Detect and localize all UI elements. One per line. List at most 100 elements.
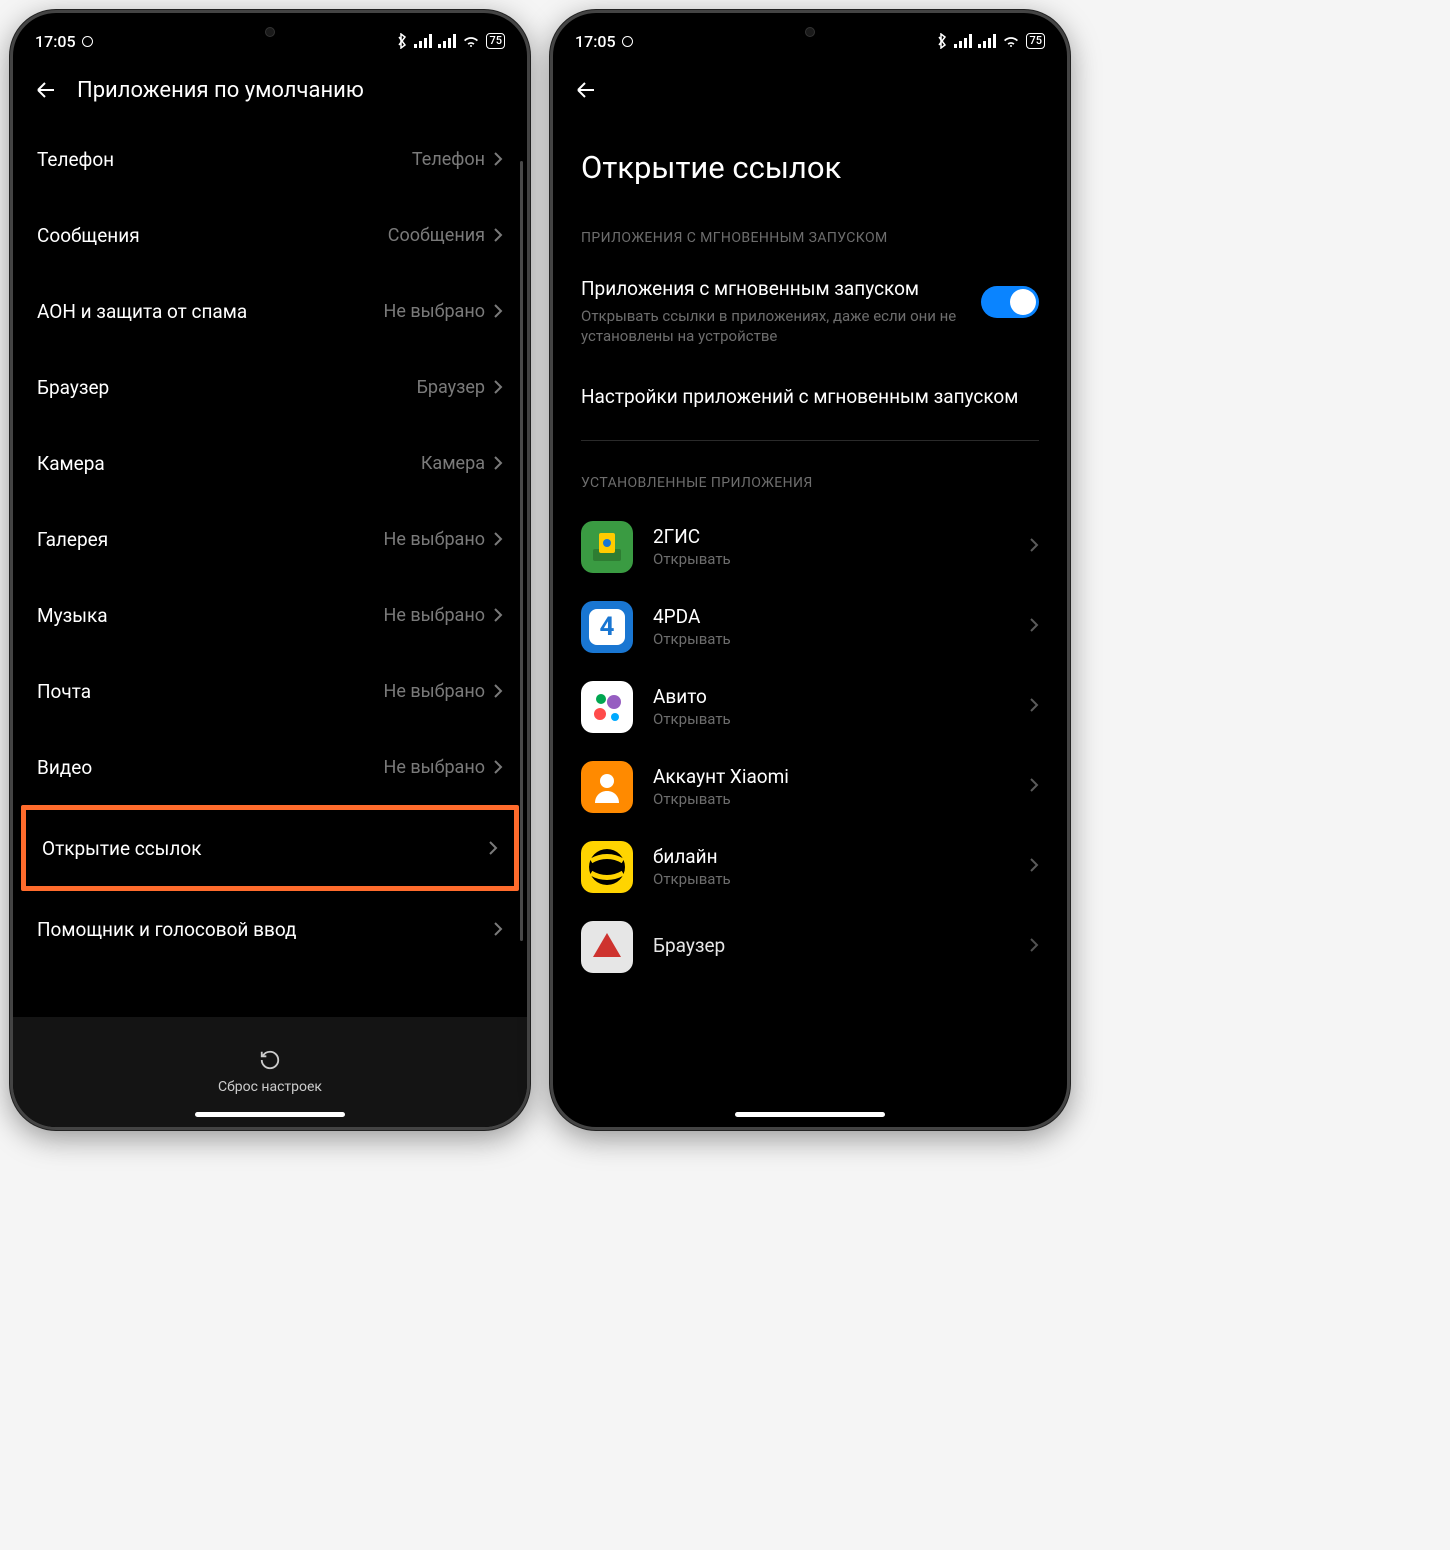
row-label: Помощник и голосовой ввод [37,918,493,941]
home-indicator[interactable] [195,1112,345,1117]
default-music[interactable]: Музыка Не выбрано [13,577,527,653]
toggle-title: Приложения с мгновенным запуском [581,276,965,302]
default-assistant[interactable]: Помощник и голосовой ввод [13,891,527,967]
instant-apps-settings-link[interactable]: Настройки приложений с мгновенным запуск… [553,364,1067,434]
row-value: Не выбрано [384,529,485,550]
phone-left: 17:05 75 Приложения по умолчанию Телефон… [10,10,530,1130]
chevron-right-icon [488,840,498,856]
app-icon [581,681,633,733]
row-label: Музыка [37,604,384,627]
app-name: Аккаунт Xiaomi [653,765,1009,788]
chevron-right-icon [493,759,503,775]
page-title: Приложения по умолчанию [77,78,364,103]
link-text: Настройки приложений с мгновенным запуск… [581,384,1039,410]
side-button [1069,193,1070,283]
row-value: Камера [421,453,485,474]
chevron-right-icon [493,303,503,319]
wifi-icon [462,34,480,48]
signal-icon [978,34,996,48]
settings-list: Телефон Телефон Сообщения Сообщения АОН … [13,121,527,1017]
status-bar: 17:05 75 [13,19,527,63]
content: ПРИЛОЖЕНИЯ С МГНОВЕННЫМ ЗАПУСКОМ Приложе… [553,220,1067,1127]
chevron-right-icon [1029,937,1039,957]
chevron-right-icon [493,455,503,471]
battery-icon: 75 [1026,33,1045,49]
toggle-switch[interactable] [981,286,1039,318]
default-mail[interactable]: Почта Не выбрано [13,653,527,729]
app-row-2gis[interactable]: 2ГИС Открывать [553,507,1067,587]
chevron-right-icon [493,531,503,547]
row-value: Сообщения [388,225,485,246]
default-messages[interactable]: Сообщения Сообщения [13,197,527,273]
side-button [529,393,530,463]
app-status: Открывать [653,630,1009,648]
home-indicator[interactable] [735,1112,885,1117]
highlighted-row: Открытие ссылок [21,805,519,891]
chevron-right-icon [493,227,503,243]
default-callerid[interactable]: АОН и защита от спама Не выбрано [13,273,527,349]
app-row-avito[interactable]: Авито Открывать [553,667,1067,747]
instant-apps-toggle-row[interactable]: Приложения с мгновенным запуском Открыва… [553,262,1067,364]
arrow-left-icon [34,78,58,102]
section-instant-apps: ПРИЛОЖЕНИЯ С МГНОВЕННЫМ ЗАПУСКОМ [553,220,1067,262]
back-button[interactable] [573,77,599,103]
reset-button[interactable]: Сброс настроек [13,1017,527,1127]
back-button[interactable] [33,77,59,103]
default-gallery[interactable]: Галерея Не выбрано [13,501,527,577]
app-status: Открывать [653,870,1009,888]
section-installed-apps: УСТАНОВЛЕННЫЕ ПРИЛОЖЕНИЯ [553,465,1067,507]
chevron-right-icon [1029,697,1039,717]
app-row-browser[interactable]: Браузер [553,907,1067,987]
battery-icon: 75 [486,33,505,49]
chevron-right-icon [493,379,503,395]
header [553,63,1067,121]
signal-icon [954,34,972,48]
app-name: Авито [653,685,1009,708]
toggle-subtitle: Открывать ссылки в приложениях, даже есл… [581,306,965,347]
app-status: Открывать [653,550,1009,568]
app-row-beeline[interactable]: билайн Открывать [553,827,1067,907]
default-video[interactable]: Видео Не выбрано [13,729,527,805]
side-button [1069,303,1070,373]
default-telephone[interactable]: Телефон Телефон [13,121,527,197]
chevron-right-icon [1029,777,1039,797]
app-status: Открывать [653,790,1009,808]
row-label: АОН и защита от спама [37,300,384,323]
record-icon [82,36,93,47]
app-name: билайн [653,845,1009,868]
status-icons: 75 [936,33,1045,49]
row-label: Сообщения [37,224,388,247]
app-name: 4PDA [653,605,1009,628]
app-row-4pda[interactable]: 4 4PDA Открывать [553,587,1067,667]
default-camera[interactable]: Камера Камера [13,425,527,501]
side-button [529,193,530,283]
bluetooth-icon [396,33,408,49]
status-time: 17:05 [35,32,76,51]
app-name: Браузер [653,934,1009,957]
row-value: Не выбрано [384,757,485,778]
app-status: Открывать [653,710,1009,728]
app-icon [581,921,633,973]
default-browser[interactable]: Браузер Браузер [13,349,527,425]
row-label: Телефон [37,148,412,171]
chevron-right-icon [493,151,503,167]
app-name: 2ГИС [653,525,1009,548]
scrollbar[interactable] [520,161,523,941]
row-label: Браузер [37,376,417,399]
chevron-right-icon [493,683,503,699]
app-row-xiaomi-account[interactable]: Аккаунт Xiaomi Открывать [553,747,1067,827]
page-title: Открытие ссылок [553,121,1067,220]
row-value: Браузер [417,377,485,398]
side-button [529,303,530,373]
row-value: Не выбрано [384,605,485,626]
row-label: Открытие ссылок [42,837,488,860]
chevron-right-icon [493,607,503,623]
app-icon [581,841,633,893]
reset-label: Сброс настроек [218,1079,322,1095]
row-label: Камера [37,452,421,475]
default-open-links[interactable]: Открытие ссылок [26,810,514,886]
row-label: Почта [37,680,384,703]
row-label: Галерея [37,528,384,551]
chevron-right-icon [1029,857,1039,877]
chevron-right-icon [1029,617,1039,637]
